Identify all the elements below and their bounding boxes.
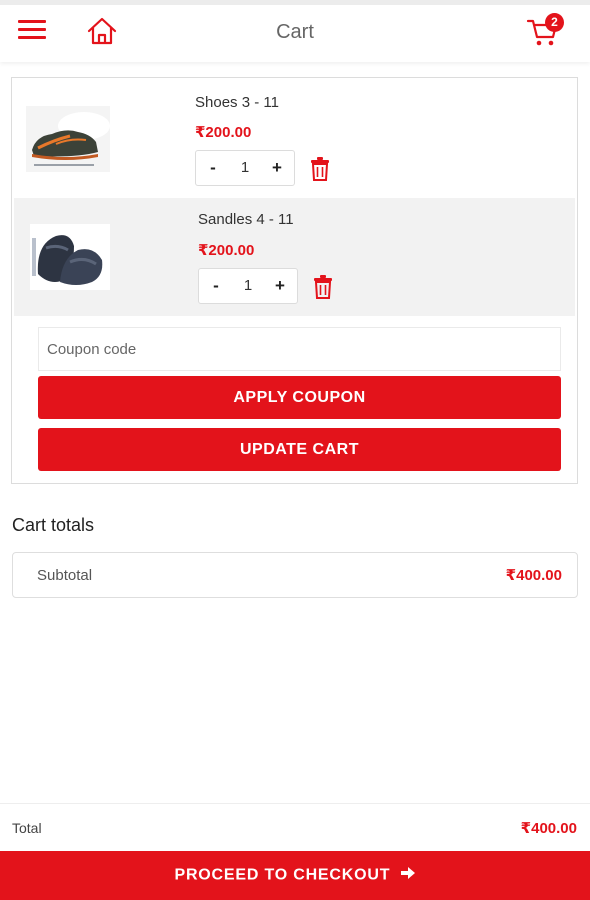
quantity-stepper: - 1 + — [195, 150, 295, 186]
total-value: ₹400.00 — [520, 820, 577, 837]
product-image-shoes[interactable] — [26, 106, 110, 172]
product-image-sandles[interactable] — [30, 224, 110, 290]
decrease-quantity-button[interactable]: - — [201, 269, 231, 303]
quantity-stepper: - 1 + — [198, 268, 298, 304]
subtotal-row: Subtotal ₹400.00 — [12, 552, 578, 598]
coupon-code-input[interactable] — [38, 327, 561, 371]
cart-item: Shoes 3 - 11 ₹200.00 - 1 + — [14, 80, 575, 198]
increase-quantity-button[interactable]: + — [262, 151, 292, 185]
product-name[interactable]: Shoes 3 - 11 — [195, 94, 279, 111]
cart-items-panel: Shoes 3 - 11 ₹200.00 - 1 + Sandles 4 - 1… — [11, 77, 578, 484]
subtotal-label: Subtotal — [37, 567, 93, 584]
total-row: Total ₹400.00 — [0, 803, 590, 851]
product-price: ₹200.00 — [198, 242, 255, 259]
cart-totals-heading: Cart totals — [12, 515, 95, 535]
trash-icon[interactable] — [312, 275, 334, 299]
quantity-value[interactable]: 1 — [226, 151, 264, 185]
total-label: Total — [12, 820, 42, 836]
proceed-to-checkout-button[interactable]: PROCEED TO CHECKOUT — [0, 851, 590, 900]
arrow-right-icon — [400, 865, 416, 886]
increase-quantity-button[interactable]: + — [265, 269, 295, 303]
trash-icon[interactable] — [309, 157, 331, 181]
decrease-quantity-button[interactable]: - — [198, 151, 228, 185]
page-title: Cart — [276, 21, 314, 43]
cart-item: Sandles 4 - 11 ₹200.00 - 1 + — [14, 198, 575, 316]
product-name[interactable]: Sandles 4 - 11 — [198, 211, 294, 228]
subtotal-value: ₹400.00 — [505, 567, 562, 584]
update-cart-button[interactable]: UPDATE CART — [38, 428, 561, 471]
quantity-value[interactable]: 1 — [229, 269, 267, 303]
product-price: ₹200.00 — [195, 124, 252, 141]
apply-coupon-button[interactable]: APPLY COUPON — [38, 376, 561, 419]
checkout-label: PROCEED TO CHECKOUT — [174, 866, 391, 884]
app-header: Cart 2 — [0, 0, 590, 62]
cart-count-badge: 2 — [545, 13, 564, 32]
